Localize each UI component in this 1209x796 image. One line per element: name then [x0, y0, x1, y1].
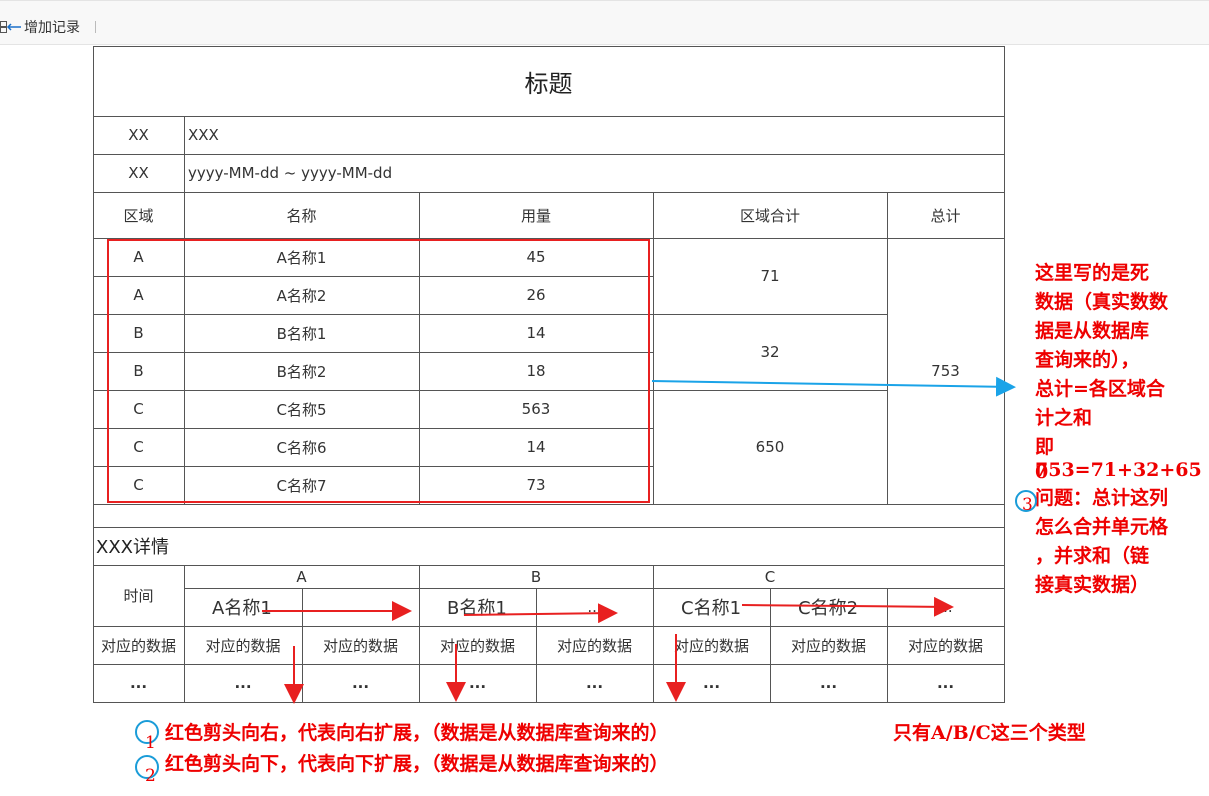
side-note-line: 计之和: [1035, 407, 1093, 429]
detail-ellipsis: ...: [585, 674, 604, 692]
grid-line: [93, 504, 1005, 505]
detail-data-label: 对应的数据: [790, 636, 866, 655]
cell-grand-total: 753: [931, 362, 960, 380]
detail-data-label: 对应的数据: [100, 636, 176, 655]
side-note-line: ，并求和（链: [1035, 545, 1150, 567]
detail-name: C名称2: [798, 598, 859, 619]
detail-data-label: 对应的数据: [205, 636, 281, 655]
cell-region-total: 71: [760, 267, 780, 285]
detail-data-label: 对应的数据: [907, 636, 983, 655]
column-header-usage: 用量: [520, 206, 551, 225]
detail-name: B名称1: [447, 598, 507, 619]
side-note-line: 查询来的），: [1035, 349, 1140, 371]
toolbar-separator: [95, 21, 96, 33]
side-note-line: 据是从数据库: [1035, 320, 1150, 342]
meta-value: yyyy-MM-dd ~ yyyy-MM-dd: [188, 164, 393, 182]
detail-data-label: 对应的数据: [556, 636, 632, 655]
side-note-line: 0: [1035, 461, 1049, 483]
detail-ellipsis: ...: [129, 674, 148, 692]
legend-right-arrow: 红色剪头向右，代表向右扩展，（数据是从数据库查询来的）: [165, 722, 669, 744]
toolbar: 增加记录: [0, 0, 1209, 45]
marker-1: 1: [145, 733, 156, 753]
detail-name: ...: [587, 598, 602, 616]
legend-down-arrow: 红色剪头向下，代表向下扩展，（数据是从数据库查询来的）: [165, 753, 669, 775]
side-note-line: 即753=71+32+65: [1035, 436, 1202, 481]
meta-label: XX: [128, 126, 149, 144]
column-header-region: 区域: [123, 206, 154, 225]
detail-name: ...: [938, 598, 953, 616]
detail-ellipsis: ...: [468, 674, 487, 692]
add-record-button[interactable]: 增加记录: [0, 15, 80, 39]
detail-title: XXX详情: [96, 537, 169, 558]
add-record-icon: [0, 21, 21, 33]
marker-3: 3: [1022, 495, 1033, 515]
detail-data-label: 对应的数据: [673, 636, 749, 655]
side-note-line: 怎么合并单元格: [1035, 516, 1169, 538]
detail-ellipsis: ...: [351, 674, 370, 692]
detail-ellipsis: ...: [702, 674, 721, 692]
detail-name: C名称1: [681, 598, 742, 619]
grid-line: [93, 702, 1005, 703]
side-note-line: 问题：总计这列: [1035, 487, 1169, 509]
report-title: 标题: [524, 69, 573, 98]
column-header-region-total: 区域合计: [739, 206, 800, 225]
grid-line: [1004, 46, 1005, 703]
highlight-box: [107, 239, 650, 503]
marker-2: 2: [145, 766, 156, 786]
detail-ellipsis: ...: [234, 674, 252, 692]
detail-ellipsis: ...: [819, 674, 838, 692]
types-note: 只有A/B/C这三个类型: [893, 722, 1086, 744]
detail-name: ...: [353, 598, 368, 616]
side-note-line: 总计=各区域合: [1035, 378, 1165, 400]
column-header-total: 总计: [930, 206, 961, 225]
meta-label: XX: [128, 164, 149, 182]
group-header: B: [530, 567, 542, 586]
detail-data-label: 对应的数据: [439, 636, 515, 655]
side-note-line: 数据（真实数数: [1035, 291, 1169, 313]
group-header: C: [764, 567, 776, 586]
detail-data-label: 对应的数据: [322, 636, 398, 655]
time-label: 时间: [123, 587, 154, 605]
column-header-name: 名称: [286, 206, 317, 225]
cell-region-total: 650: [755, 438, 785, 456]
detail-name: A名称1: [212, 598, 272, 619]
group-header: A: [296, 567, 307, 586]
meta-value: XXX: [188, 126, 219, 144]
side-note-line: 这里写的是死: [1035, 262, 1150, 284]
side-note-line: 接真实数据）: [1035, 574, 1150, 596]
add-record-label: 增加记录: [24, 20, 80, 36]
detail-ellipsis: ...: [936, 674, 955, 692]
cell-region-total: 32: [760, 343, 780, 361]
